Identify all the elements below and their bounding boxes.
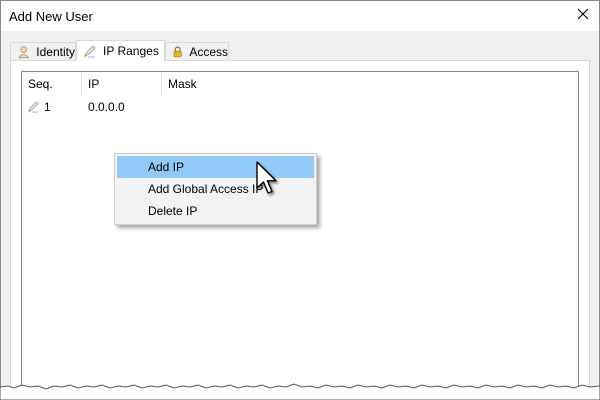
pen-icon bbox=[84, 45, 96, 58]
tab-label: Identity bbox=[36, 44, 75, 59]
lock-icon bbox=[173, 46, 182, 57]
column-header-ip[interactable]: IP bbox=[82, 72, 162, 96]
ip-ranges-panel: Seq. IP Mask 1 0.0.0.0 bbox=[10, 60, 590, 399]
user-icon bbox=[18, 45, 30, 58]
tab-identity[interactable]: Identity bbox=[10, 42, 76, 60]
tab-ip-ranges[interactable]: IP Ranges bbox=[76, 40, 165, 61]
column-header-seq[interactable]: Seq. bbox=[22, 72, 82, 96]
tab-label: IP Ranges bbox=[103, 44, 159, 58]
tab-strip: Identity IP Ranges Access bbox=[10, 40, 590, 61]
title-bar[interactable]: Add New User bbox=[1, 1, 599, 31]
tab-label: Access bbox=[189, 44, 228, 59]
window-title: Add New User bbox=[9, 9, 93, 24]
list-edge bbox=[576, 72, 578, 399]
add-new-user-dialog: Add New User Identity IP Ranges Access S… bbox=[0, 0, 600, 400]
tab-access[interactable]: Access bbox=[165, 42, 229, 60]
column-header-mask[interactable]: Mask bbox=[162, 72, 252, 96]
menu-item-delete-ip[interactable]: Delete IP bbox=[117, 200, 314, 222]
menu-item-add-global-access-ip[interactable]: Add Global Access IP bbox=[117, 178, 314, 200]
context-menu: Add IP Add Global Access IP Delete IP bbox=[114, 153, 317, 225]
ip-list[interactable]: Seq. IP Mask 1 0.0.0.0 bbox=[21, 71, 579, 399]
mouse-pointer-icon bbox=[256, 161, 277, 194]
table-row[interactable]: 1 0.0.0.0 bbox=[22, 98, 578, 116]
menu-item-add-ip[interactable]: Add IP bbox=[117, 156, 314, 178]
row-seq: 1 bbox=[44, 100, 51, 114]
torn-edge bbox=[0, 383, 600, 400]
row-ip: 0.0.0.0 bbox=[88, 100, 125, 114]
pen-icon bbox=[27, 101, 39, 113]
close-icon[interactable] bbox=[575, 6, 591, 22]
